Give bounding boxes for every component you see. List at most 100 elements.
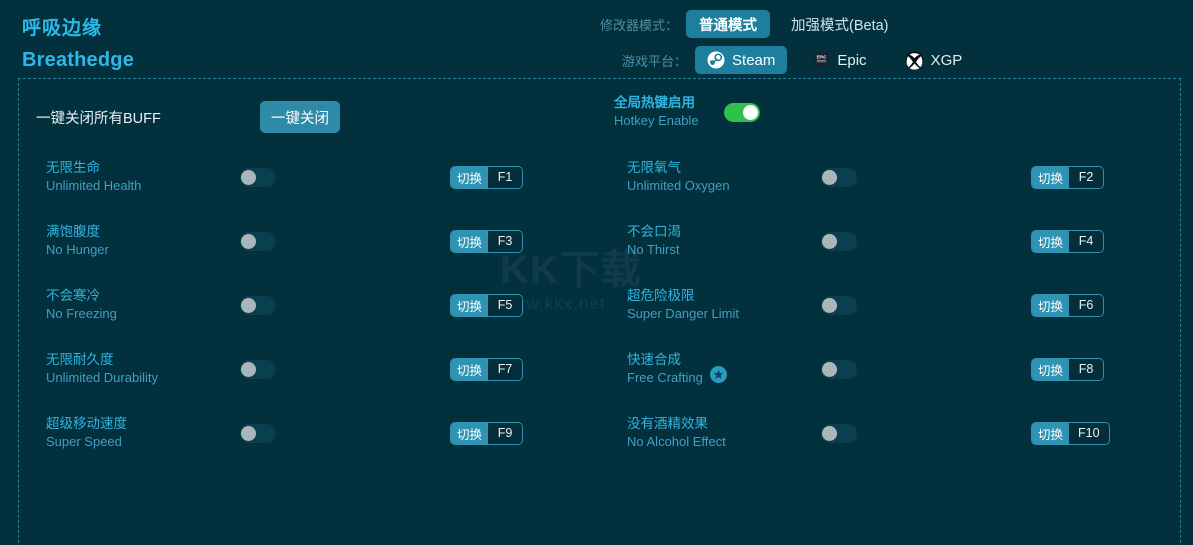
cheat-labels: 超危险极限 Super Danger Limit [627, 287, 801, 323]
cheat-toggle-wrap [240, 231, 276, 251]
cheat-hotkey-badge[interactable]: 切换 F5 [450, 293, 524, 317]
cheat-toggle[interactable] [821, 231, 857, 251]
hotkey-action-label: 切换 [451, 166, 489, 188]
cheat-toggle[interactable] [240, 231, 276, 251]
cheat-item-free-crafting: 快速合成 Free Crafting 切换 F8 [599, 337, 1180, 401]
close-all-button[interactable]: 一键关闭 [260, 101, 340, 133]
cheat-label-en: Super Speed [46, 434, 122, 449]
hotkey-key-label: F10 [1069, 422, 1109, 444]
hotkey-key-label: F2 [1069, 166, 1104, 188]
modifier-mode-row: 修改器模式： 普通模式 加强模式(Beta) [600, 10, 902, 38]
cheat-label-zh: 无限耐久度 [46, 352, 114, 367]
cheat-labels: 不会口渴 No Thirst [627, 223, 801, 259]
cheat-toggle[interactable] [821, 167, 857, 187]
cheat-labels: 无限氧气 Unlimited Oxygen [627, 159, 801, 195]
hotkey-key-label: F8 [1069, 358, 1104, 380]
cheat-toggle-wrap [240, 167, 276, 187]
mode-button-normal[interactable]: 普通模式 [686, 10, 771, 38]
cheat-toggle[interactable] [821, 295, 857, 315]
cheat-hotkey-badge[interactable]: 切换 F9 [450, 421, 524, 445]
mode-button-enhanced[interactable]: 加强模式(Beta) [778, 10, 902, 38]
cheat-toggle[interactable] [821, 359, 857, 379]
cheat-labels: 没有酒精效果 No Alcohol Effect [627, 415, 801, 451]
hotkey-action-label: 切换 [451, 230, 489, 252]
cheat-toggle-wrap [821, 167, 857, 187]
platform-label-xgp: XGP [930, 51, 963, 69]
cheat-label-en: Unlimited Durability [46, 370, 158, 385]
hotkey-key-label: F9 [488, 422, 523, 444]
cheat-toggle-wrap [821, 295, 857, 315]
cheat-hotkey-badge[interactable]: 切换 F10 [1031, 421, 1110, 445]
hotkey-enable-label-en: Hotkey Enable [614, 113, 699, 128]
epic-icon: EPIC [813, 51, 830, 69]
xbox-icon [905, 51, 924, 70]
cheat-toggle-wrap [821, 231, 857, 251]
cheat-toggle[interactable] [240, 423, 276, 443]
hotkey-key-label: F3 [488, 230, 523, 252]
hotkey-enable-labels: 全局热键启用 Hotkey Enable [614, 94, 724, 130]
close-all-buffs-label: 一键关闭所有BUFF [36, 110, 161, 127]
cheat-item-super-speed: 超级移动速度 Super Speed 切换 F9 [18, 401, 599, 465]
toggle-knob [822, 425, 837, 441]
cheat-label-en: No Hunger [46, 242, 109, 257]
cheat-hotkey-badge[interactable]: 切换 F2 [1031, 165, 1105, 189]
cheat-label-en: No Freezing [46, 306, 117, 321]
modifier-window: KK下载 www.kkx.net 呼吸边缘 Breathedge 修改器模式： … [0, 0, 1193, 545]
cheat-labels: 快速合成 Free Crafting [627, 351, 801, 387]
platform-button-xgp[interactable]: XGP [893, 46, 975, 74]
cheat-hotkey-badge[interactable]: 切换 F6 [1031, 293, 1105, 317]
cheat-grid: 无限生命 Unlimited Health 切换 F1 无限氧气 Unlimit… [18, 145, 1181, 465]
cheat-labels: 无限耐久度 Unlimited Durability [46, 351, 220, 387]
cheat-hotkey-badge[interactable]: 切换 F8 [1031, 357, 1105, 381]
toggle-knob [241, 233, 256, 249]
hotkey-key-label: F1 [488, 166, 523, 188]
cheat-row-pair: 无限生命 Unlimited Health 切换 F1 无限氧气 Unlimit… [18, 145, 1181, 209]
platform-label-epic: Epic [837, 51, 867, 69]
cheat-label-zh: 超危险极限 [627, 288, 695, 303]
cheat-toggle-wrap [240, 423, 276, 443]
window-right-edge [1185, 0, 1193, 545]
cheat-toggle-wrap [821, 423, 857, 443]
cheat-hotkey-badge[interactable]: 切换 F1 [450, 165, 524, 189]
cheat-label-zh: 超级移动速度 [46, 416, 127, 431]
cheat-label-zh: 不会口渴 [627, 224, 681, 239]
cheat-item-unlimited-health: 无限生命 Unlimited Health 切换 F1 [18, 145, 599, 209]
cheat-labels: 无限生命 Unlimited Health [46, 159, 220, 195]
cheat-label-en: Super Danger Limit [627, 306, 739, 321]
toggle-knob [743, 104, 758, 120]
cheat-label-zh: 无限生命 [46, 160, 100, 175]
platform-label: 游戏平台： [622, 53, 688, 69]
hotkey-key-label: F4 [1069, 230, 1104, 252]
close-all-buffs-row: 一键关闭所有BUFF 一键关闭 [36, 101, 340, 133]
cheat-labels: 超级移动速度 Super Speed [46, 415, 220, 451]
page-title-en: Breathedge [22, 49, 135, 71]
cheat-toggle[interactable] [240, 359, 276, 379]
cheat-toggle[interactable] [821, 423, 857, 443]
cheat-item-no-alcohol-effect: 没有酒精效果 No Alcohol Effect 切换 F10 [599, 401, 1180, 465]
cheat-label-en: No Alcohol Effect [627, 434, 726, 449]
cheat-item-no-hunger: 满饱腹度 No Hunger 切换 F3 [18, 209, 599, 273]
cheat-labels: 不会寒冷 No Freezing [46, 287, 220, 323]
cheat-hotkey-badge[interactable]: 切换 F7 [450, 357, 524, 381]
hotkey-action-label: 切换 [451, 294, 489, 316]
cheat-toggle-wrap [240, 295, 276, 315]
hotkey-key-label: F5 [488, 294, 523, 316]
hotkey-key-label: F6 [1069, 294, 1104, 316]
cheat-hotkey-badge[interactable]: 切换 F3 [450, 229, 524, 253]
cheat-hotkey-badge[interactable]: 切换 F4 [1031, 229, 1105, 253]
toggle-knob [241, 425, 256, 441]
toggle-knob [822, 297, 837, 313]
platform-button-steam[interactable]: Steam [695, 46, 788, 74]
hotkey-action-label: 切换 [1032, 422, 1070, 444]
hotkey-enable-toggle[interactable] [724, 102, 760, 122]
cheat-toggle[interactable] [240, 167, 276, 187]
cheat-label-zh: 没有酒精效果 [627, 416, 708, 431]
hotkey-enable-label-zh: 全局热键启用 [614, 95, 695, 110]
cheat-toggle[interactable] [240, 295, 276, 315]
platform-button-epic[interactable]: EPIC Epic [801, 46, 878, 74]
hotkey-action-label: 切换 [451, 422, 489, 444]
cheat-label-zh: 不会寒冷 [46, 288, 100, 303]
platform-label-steam: Steam [732, 51, 776, 69]
cheat-label-en: Free Crafting [627, 370, 703, 385]
toggle-knob [822, 169, 837, 185]
